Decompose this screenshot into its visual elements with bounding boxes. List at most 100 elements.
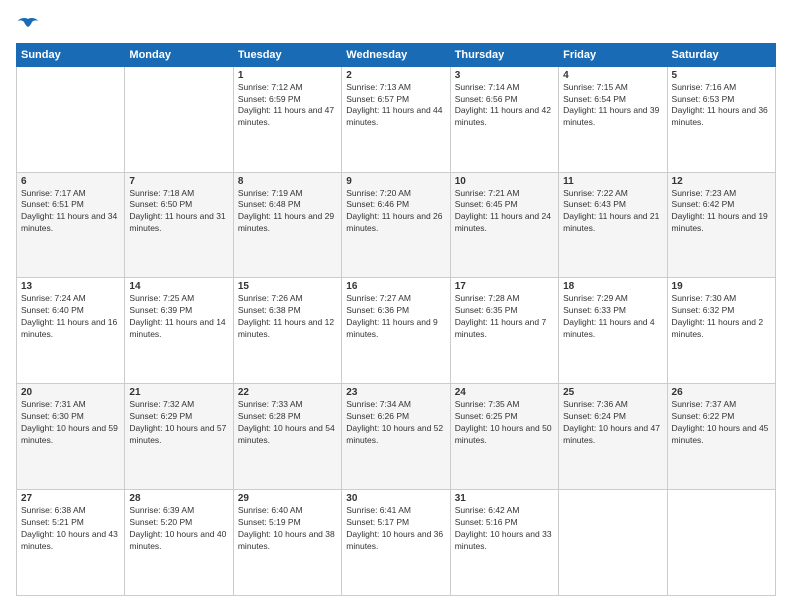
day-info-line: Sunset: 6:36 PM [346, 305, 409, 315]
day-number: 23 [346, 387, 445, 398]
calendar-cell: 17Sunrise: 7:28 AMSunset: 6:35 PMDayligh… [450, 278, 558, 384]
day-info-line: Daylight: 10 hours and 54 minutes. [238, 423, 335, 445]
day-number: 19 [672, 281, 771, 292]
calendar-cell: 25Sunrise: 7:36 AMSunset: 6:24 PMDayligh… [559, 384, 667, 490]
calendar-cell: 21Sunrise: 7:32 AMSunset: 6:29 PMDayligh… [125, 384, 233, 490]
day-number: 30 [346, 493, 445, 504]
calendar-cell [125, 66, 233, 172]
day-number: 7 [129, 176, 228, 187]
day-info-line: Daylight: 11 hours and 34 minutes. [21, 211, 117, 233]
day-info-line: Daylight: 10 hours and 40 minutes. [129, 529, 226, 551]
day-info-line: Sunrise: 7:31 AM [21, 399, 86, 409]
day-content: Sunrise: 7:23 AMSunset: 6:42 PMDaylight:… [672, 188, 771, 236]
calendar-cell: 13Sunrise: 7:24 AMSunset: 6:40 PMDayligh… [17, 278, 125, 384]
day-info-line: Sunset: 6:24 PM [563, 411, 626, 421]
day-info-line: Daylight: 10 hours and 52 minutes. [346, 423, 443, 445]
day-content: Sunrise: 6:41 AMSunset: 5:17 PMDaylight:… [346, 505, 445, 553]
day-info-line: Sunrise: 7:16 AM [672, 82, 737, 92]
day-number: 22 [238, 387, 337, 398]
day-number: 5 [672, 70, 771, 81]
day-content: Sunrise: 7:31 AMSunset: 6:30 PMDaylight:… [21, 399, 120, 447]
calendar-week-2: 6Sunrise: 7:17 AMSunset: 6:51 PM Daylight… [17, 172, 776, 278]
day-content: Sunrise: 7:13 AM Sunset: 6:57 PMDaylight:… [346, 82, 445, 130]
day-info-line: Sunset: 5:20 PM [129, 517, 192, 527]
day-content: Sunrise: 7:26 AMSunset: 6:38 PMDaylight:… [238, 293, 337, 341]
day-content: Sunrise: 7:25 AMSunset: 6:39 PMDaylight:… [129, 293, 228, 341]
calendar-cell: 26Sunrise: 7:37 AMSunset: 6:22 PMDayligh… [667, 384, 775, 490]
day-info-line: Sunrise: 7:12 AM [238, 82, 303, 92]
day-info-line: Daylight: 11 hours and 12 minutes. [238, 317, 334, 339]
day-info-line: Sunrise: 7:29 AM [563, 293, 628, 303]
day-content: Sunrise: 7:21 AMSunset: 6:45 PMDaylight:… [455, 188, 554, 236]
day-number: 25 [563, 387, 662, 398]
day-number: 10 [455, 176, 554, 187]
day-info-line: Daylight: 11 hours and 19 minutes. [672, 211, 768, 233]
calendar-cell: 12Sunrise: 7:23 AMSunset: 6:42 PMDayligh… [667, 172, 775, 278]
day-number: 18 [563, 281, 662, 292]
day-info-line: Sunset: 6:53 PM [672, 94, 735, 104]
calendar-cell: 18Sunrise: 7:29 AMSunset: 6:33 PMDayligh… [559, 278, 667, 384]
page: SundayMondayTuesdayWednesdayThursdayFrid… [0, 0, 792, 612]
day-info-line: Sunset: 6:35 PM [455, 305, 518, 315]
day-info-line: Sunset: 6:26 PM [346, 411, 409, 421]
calendar-week-4: 20Sunrise: 7:31 AMSunset: 6:30 PMDayligh… [17, 384, 776, 490]
day-info-line: Sunset: 6:39 PM [129, 305, 192, 315]
day-info-line: Sunset: 6:59 PM [238, 94, 301, 104]
weekday-header-tuesday: Tuesday [233, 43, 341, 66]
day-content: Sunrise: 7:36 AMSunset: 6:24 PMDaylight:… [563, 399, 662, 447]
day-info-line: Daylight: 10 hours and 57 minutes. [129, 423, 226, 445]
header [16, 16, 776, 35]
day-number: 2 [346, 70, 445, 81]
day-info-line: Sunset: 6:25 PM [455, 411, 518, 421]
day-info-line: Sunset: 6:45 PM [455, 199, 518, 209]
day-info-line: Sunrise: 7:22 AM [563, 188, 628, 198]
day-info-line: Daylight: 11 hours and 44 minutes. [346, 105, 442, 127]
calendar-cell [559, 490, 667, 596]
day-info-line: Sunset: 5:16 PM [455, 517, 518, 527]
day-number: 27 [21, 493, 120, 504]
day-info-line: Sunrise: 7:30 AM [672, 293, 737, 303]
calendar-cell: 2Sunrise: 7:13 AM Sunset: 6:57 PMDaylight… [342, 66, 450, 172]
day-info-line: Sunrise: 7:25 AM [129, 293, 194, 303]
day-info-line: Sunrise: 7:37 AM [672, 399, 737, 409]
day-info-line: Sunrise: 7:21 AM [455, 188, 520, 198]
day-number: 6 [21, 176, 120, 187]
calendar-cell: 31Sunrise: 6:42 AMSunset: 5:16 PMDayligh… [450, 490, 558, 596]
day-info-line: Daylight: 11 hours and 39 minutes. [563, 105, 659, 127]
day-number: 16 [346, 281, 445, 292]
calendar-week-3: 13Sunrise: 7:24 AMSunset: 6:40 PMDayligh… [17, 278, 776, 384]
calendar-cell [17, 66, 125, 172]
day-number: 3 [455, 70, 554, 81]
day-info-line: Sunset: 5:17 PM [346, 517, 409, 527]
day-content: Sunrise: 6:38 AMSunset: 5:21 PMDaylight:… [21, 505, 120, 553]
day-number: 31 [455, 493, 554, 504]
day-info-line: Sunrise: 7:23 AM [672, 188, 737, 198]
calendar-cell [667, 490, 775, 596]
calendar-cell: 4Sunrise: 7:15 AMSunset: 6:54 PMDaylight… [559, 66, 667, 172]
day-content: Sunrise: 7:14 AMSunset: 6:56 PMDaylight:… [455, 82, 554, 130]
calendar-cell: 11Sunrise: 7:22 AMSunset: 6:43 PMDayligh… [559, 172, 667, 278]
day-info-line: Sunset: 5:21 PM [21, 517, 84, 527]
day-content: Sunrise: 7:17 AMSunset: 6:51 PM Daylight:… [21, 188, 120, 236]
day-info-line: Sunrise: 7:34 AM [346, 399, 411, 409]
day-info-line: Sunrise: 7:18 AM [129, 188, 194, 198]
day-info-line: Sunset: 6:51 PM [21, 199, 84, 209]
calendar-cell: 10Sunrise: 7:21 AMSunset: 6:45 PMDayligh… [450, 172, 558, 278]
day-number: 17 [455, 281, 554, 292]
calendar-cell: 3Sunrise: 7:14 AMSunset: 6:56 PMDaylight… [450, 66, 558, 172]
day-info-line: Daylight: 11 hours and 21 minutes. [563, 211, 659, 233]
calendar-cell: 6Sunrise: 7:17 AMSunset: 6:51 PM Daylight… [17, 172, 125, 278]
day-content: Sunrise: 7:22 AMSunset: 6:43 PMDaylight:… [563, 188, 662, 236]
day-content: Sunrise: 7:19 AMSunset: 6:48 PMDaylight:… [238, 188, 337, 236]
day-number: 14 [129, 281, 228, 292]
day-info-line: Sunset: 6:57 PM [346, 94, 409, 104]
day-info-line: Sunrise: 7:14 AM [455, 82, 520, 92]
calendar-week-1: 1Sunrise: 7:12 AMSunset: 6:59 PMDaylight… [17, 66, 776, 172]
day-info-line: Sunrise: 7:13 AM [346, 82, 411, 92]
day-info-line: Sunrise: 7:17 AM [21, 188, 86, 198]
calendar-cell: 22Sunrise: 7:33 AMSunset: 6:28 PMDayligh… [233, 384, 341, 490]
day-info-line: Daylight: 10 hours and 50 minutes. [455, 423, 552, 445]
day-content: Sunrise: 7:37 AMSunset: 6:22 PMDaylight:… [672, 399, 771, 447]
day-content: Sunrise: 7:34 AM Sunset: 6:26 PM Daylight:… [346, 399, 445, 447]
day-info-line: Sunset: 6:29 PM [129, 411, 192, 421]
